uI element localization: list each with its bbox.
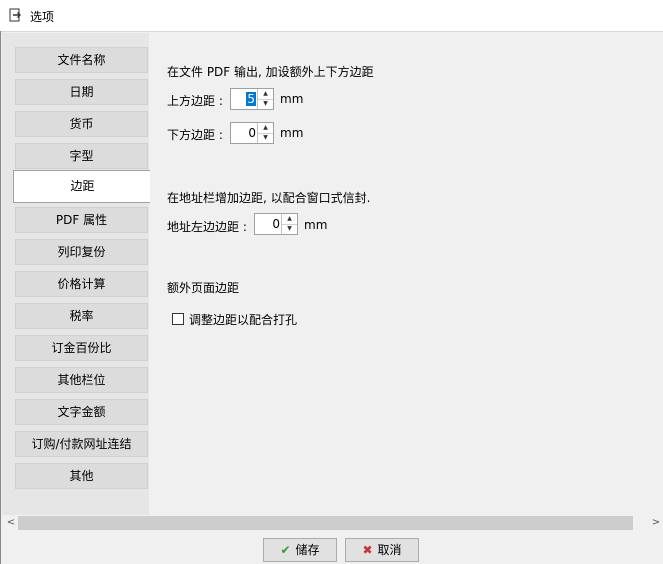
address-left-margin-spinner[interactable]: 0 ▲ ▼ [254,213,298,235]
nav-item-other[interactable]: 其他 [15,463,148,489]
top-margin-spinner[interactable]: 5 ▲ ▼ [230,88,274,110]
nav-item-margins[interactable]: 边距 [13,170,152,203]
spin-down-icon[interactable]: ▼ [258,99,273,109]
horizontal-scrollbar[interactable]: < > [2,515,663,531]
nav-item-date[interactable]: 日期 [15,79,148,105]
extra-page-margin-heading: 额外页面边距 [167,281,240,295]
save-button[interactable]: ✔ 储存 [263,538,337,562]
export-icon [9,8,21,22]
bottom-margin-spinner[interactable]: 0 ▲ ▼ [230,122,274,144]
spinner-arrows: ▲ ▼ [257,123,273,143]
punch-adjust-checkbox[interactable] [172,313,184,325]
cross-icon: ✖ [362,543,373,557]
bottom-margin-label: 下方边距 : [167,128,223,142]
address-margin-heading: 在地址栏增加边距, 以配合窗口式信封. [167,191,371,205]
checkmark-icon: ✔ [280,543,291,557]
title-bar: 选项 [0,0,663,32]
address-left-margin-value[interactable]: 0 [272,217,280,231]
cancel-button[interactable]: ✖ 取消 [345,538,419,562]
spin-down-icon[interactable]: ▼ [282,224,297,234]
nav-item-amount-in-words[interactable]: 文字金额 [15,399,148,425]
nav-item-filename[interactable]: 文件名称 [15,47,148,73]
top-margin-value[interactable]: 5 [246,92,256,106]
pdf-margin-heading: 在文件 PDF 输出, 加设额外上下方边距 [167,65,374,79]
window-title: 选项 [30,10,55,24]
scroll-right-icon[interactable]: > [649,516,663,530]
top-margin-label: 上方边距 : [167,94,223,108]
scrollbar-thumb[interactable] [18,516,633,530]
address-left-margin-unit: mm [304,218,328,232]
save-button-label: 储存 [295,543,320,557]
nav-item-currency[interactable]: 货币 [15,111,148,137]
top-margin-unit: mm [280,92,304,106]
nav-item-payment-link[interactable]: 订购/付款网址连结 [15,431,148,457]
scroll-left-icon[interactable]: < [4,516,18,530]
nav-item-deposit-percent[interactable]: 订金百份比 [15,335,148,361]
nav-item-price-calculation[interactable]: 价格计算 [15,271,148,297]
nav-item-pdf-properties[interactable]: PDF 属性 [15,207,148,233]
bottom-margin-unit: mm [280,126,304,140]
nav-item-print-copies[interactable]: 列印复份 [15,239,148,265]
spinner-arrows: ▲ ▼ [257,89,273,109]
nav-item-tax-rate[interactable]: 税率 [15,303,148,329]
spinner-arrows: ▲ ▼ [281,214,297,234]
address-left-margin-label: 地址左边边距 : [167,220,247,234]
punch-adjust-label[interactable]: 调整边距以配合打孔 [189,311,297,328]
spin-down-icon[interactable]: ▼ [258,133,273,143]
nav-item-font[interactable]: 字型 [15,143,148,169]
bottom-margin-value[interactable]: 0 [248,126,256,140]
cancel-button-label: 取消 [377,543,402,557]
nav-item-other-fields[interactable]: 其他栏位 [15,367,148,393]
